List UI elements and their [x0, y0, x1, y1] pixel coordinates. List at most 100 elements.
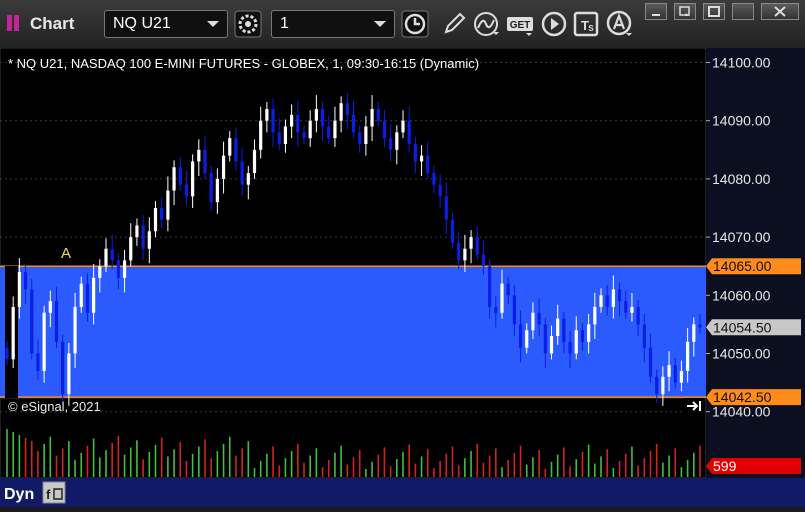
scroll-to-end-button[interactable] — [684, 398, 704, 414]
volume-bar — [297, 443, 299, 477]
time-axis-bar — [0, 478, 805, 507]
volume-bar — [111, 443, 113, 477]
y-tick-label: 14070.00 — [712, 229, 771, 245]
volume-bar — [600, 456, 602, 477]
y-tick-label: 14090.00 — [712, 113, 771, 129]
volume-bar — [445, 453, 448, 477]
symbol-settings-button[interactable] — [234, 10, 262, 38]
alert-a-icon — [606, 10, 632, 36]
volume-bar — [303, 462, 305, 477]
volume-bar — [655, 443, 658, 477]
get-data-button[interactable]: GET — [506, 10, 534, 38]
dynamic-mode-label[interactable]: Dyn — [4, 486, 34, 503]
volume-bar — [532, 457, 534, 477]
volume-bar — [668, 455, 670, 477]
fit-icon: f — [46, 487, 51, 502]
volume-bar — [266, 453, 268, 477]
volume-bar — [241, 448, 243, 477]
replay-button[interactable] — [540, 10, 568, 38]
volume-bar — [464, 458, 466, 477]
price-chart[interactable]: 14100.00 14090.00 14080.00 14070.00 14060.00… — [0, 47, 805, 507]
chart-area[interactable]: 14100.00 14090.00 14080.00 14070.00 14060.00… — [0, 47, 805, 507]
volume-bar — [550, 461, 553, 477]
volume-bar — [606, 449, 608, 477]
price-tag-label: 14054.50 — [713, 319, 772, 335]
close-window-button[interactable] — [761, 3, 799, 20]
esignal-logo-icon — [6, 14, 24, 32]
volume-bar — [74, 460, 76, 477]
fit-chart-button[interactable]: f — [42, 481, 66, 504]
volume-bar — [377, 454, 380, 477]
volume-bar — [142, 459, 144, 477]
volume-bar — [24, 438, 27, 477]
volume-bar — [519, 445, 522, 477]
volume-bar — [321, 467, 324, 477]
window-title: Chart — [30, 14, 75, 33]
volume-bar — [352, 457, 355, 477]
volume-bar — [272, 446, 274, 477]
maximize-window-button[interactable] — [703, 3, 725, 20]
volume-bar — [525, 464, 528, 477]
alerts-button[interactable] — [606, 10, 634, 38]
chevron-down-icon[interactable] — [207, 21, 219, 27]
volume-bar — [451, 446, 454, 477]
volume-bar — [99, 457, 101, 477]
chevron-down-icon[interactable] — [374, 21, 386, 27]
symbol-value: NQ U21 — [113, 15, 171, 32]
volume-bar — [569, 466, 571, 477]
volume-bar — [513, 452, 516, 477]
volume-bar — [680, 467, 683, 477]
volume-bar — [315, 448, 318, 477]
y-tick-label: 14100.00 — [712, 55, 771, 71]
volume-bar — [538, 450, 540, 477]
volume-bar — [662, 462, 664, 477]
volume-bar — [167, 456, 169, 477]
time-template-button[interactable] — [401, 10, 429, 38]
volume-bar — [43, 443, 45, 477]
volume-bar — [618, 460, 621, 477]
volume-bar — [61, 448, 64, 477]
volume-bar — [501, 467, 503, 477]
play-icon — [541, 11, 567, 37]
volume-bar — [556, 454, 559, 477]
volume-bar — [105, 450, 107, 477]
y-tick-label: 14080.00 — [712, 171, 771, 187]
volume-bar — [686, 460, 689, 477]
volume-bar — [643, 458, 646, 477]
interval-input[interactable]: 1 — [271, 10, 395, 38]
reserved-window-button[interactable] — [732, 3, 754, 20]
volume-bar — [216, 451, 219, 477]
maximize-icon — [708, 6, 720, 17]
drawing-tools-button[interactable] — [440, 10, 468, 38]
volume-bar — [204, 439, 206, 477]
copyright-label: © eSignal, 2021 — [8, 399, 101, 414]
volume-bar — [649, 451, 652, 477]
volume-bar — [30, 441, 33, 477]
volume-bar — [340, 445, 342, 477]
volume-bar — [284, 458, 287, 477]
volume-bar — [476, 443, 479, 477]
volume-bar — [86, 445, 89, 477]
time-sales-button[interactable]: TS — [572, 10, 600, 38]
studies-button[interactable] — [473, 10, 501, 38]
minimize-window-button[interactable] — [645, 3, 667, 20]
volume-bar — [699, 445, 701, 477]
volume-bar — [327, 460, 330, 477]
symbol-input[interactable]: NQ U21 — [104, 10, 228, 38]
volume-bar — [228, 436, 231, 477]
volume-bar — [544, 469, 547, 477]
gear-icon — [234, 10, 262, 38]
volume-bar — [136, 440, 138, 477]
volume-bar — [563, 447, 565, 477]
volume-bar — [575, 459, 578, 477]
signal-marker-a: A — [61, 245, 71, 262]
candle — [61, 334, 65, 403]
volume-bar — [346, 464, 349, 477]
volume-bar — [631, 446, 633, 477]
volume-bar — [247, 441, 250, 477]
volume-bar — [129, 447, 132, 477]
restore-window-button[interactable] — [674, 3, 696, 20]
volume-bar — [457, 465, 460, 477]
volume-bar — [191, 453, 194, 477]
volume-bar — [581, 451, 584, 477]
